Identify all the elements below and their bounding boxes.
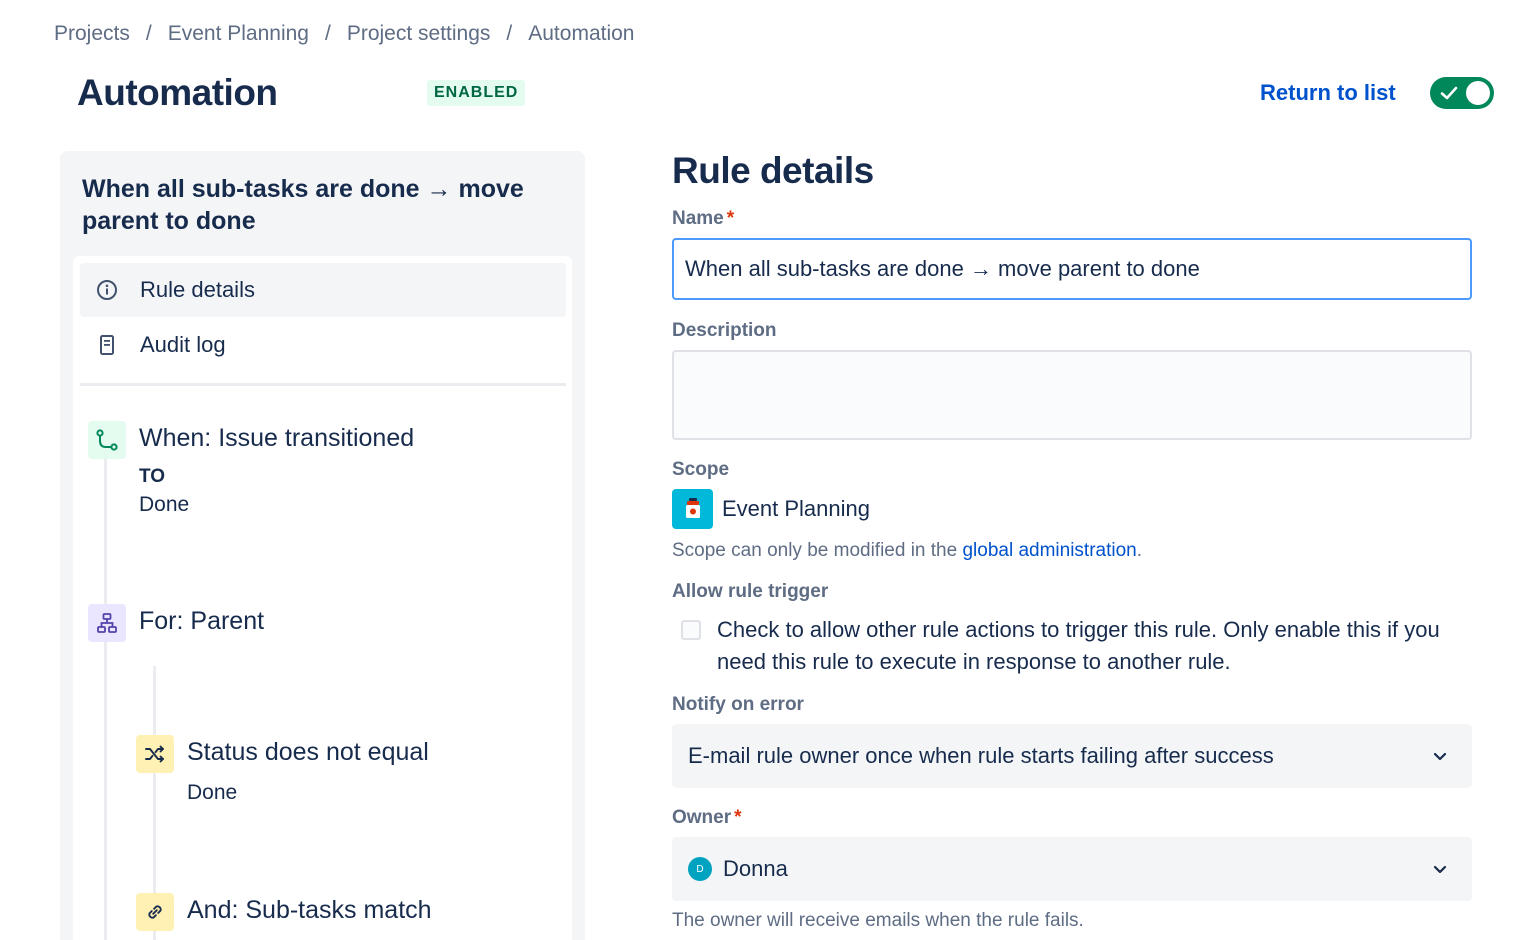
- breadcrumb-automation[interactable]: Automation: [528, 22, 634, 46]
- allow-trigger-checkbox[interactable]: [681, 620, 701, 640]
- chevron-down-icon: [1432, 748, 1448, 769]
- required-indicator: *: [726, 208, 735, 229]
- required-indicator: *: [734, 807, 742, 828]
- project-avatar-icon: [672, 489, 713, 529]
- avatar: D: [688, 857, 712, 881]
- allow-trigger-text[interactable]: Check to allow other rule actions to tri…: [717, 614, 1457, 678]
- scope-help-text: Scope can only be modified in the global…: [672, 540, 1143, 561]
- rule-enabled-toggle[interactable]: [1430, 77, 1494, 109]
- nav-rule-details[interactable]: Rule details: [80, 263, 566, 317]
- toggle-knob: [1466, 81, 1490, 105]
- nav-audit-log[interactable]: Audit log: [80, 318, 566, 372]
- breadcrumb-project-settings[interactable]: Project settings: [347, 22, 491, 46]
- rule-title: When all sub-tasks are done → move paren…: [82, 175, 524, 235]
- info-icon: [96, 279, 118, 301]
- allow-trigger-label: Allow rule trigger: [672, 581, 829, 602]
- condition-title[interactable]: Status does not equal: [187, 738, 429, 767]
- breadcrumb-projects[interactable]: Projects: [54, 22, 130, 46]
- breadcrumb-separator: /: [324, 22, 331, 45]
- global-administration-link[interactable]: global administration: [962, 540, 1136, 561]
- document-icon: [96, 334, 118, 356]
- notify-on-error-select[interactable]: E-mail rule owner once when rule starts …: [672, 724, 1472, 788]
- trigger-title[interactable]: When: Issue transitioned: [139, 424, 414, 453]
- breadcrumb-separator: /: [506, 22, 513, 45]
- owner-select-value: Donna: [723, 856, 788, 881]
- transition-icon[interactable]: [88, 421, 126, 459]
- description-label: Description: [672, 320, 777, 341]
- trigger-sub-value: Done: [139, 493, 190, 516]
- rule-sidebar: When all sub-tasks are done → move paren…: [60, 151, 585, 940]
- check-icon: [1439, 83, 1459, 108]
- description-textarea[interactable]: [672, 350, 1472, 440]
- breadcrumb-event-planning[interactable]: Event Planning: [168, 22, 309, 46]
- rule-details-title: Rule details: [672, 150, 874, 191]
- branch-title[interactable]: For: Parent: [139, 607, 264, 636]
- status-badge: ENABLED: [427, 80, 526, 106]
- trigger-sub-label: TO: [139, 466, 166, 487]
- hierarchy-icon[interactable]: [88, 604, 126, 642]
- scope-row: Event Planning: [672, 489, 870, 529]
- scope-project-name: Event Planning: [722, 496, 870, 521]
- owner-select[interactable]: D Donna: [672, 837, 1472, 901]
- condition2-title[interactable]: And: Sub-tasks match: [187, 896, 432, 925]
- name-label: Name *: [672, 208, 735, 229]
- nav-label: Rule details: [140, 277, 255, 302]
- page-title: Automation: [77, 72, 278, 113]
- link-icon[interactable]: [136, 893, 174, 931]
- return-to-list-link[interactable]: Return to list: [1260, 80, 1396, 106]
- flow-connector: [104, 456, 107, 940]
- notify-select-value: E-mail rule owner once when rule starts …: [688, 743, 1274, 768]
- breadcrumb-separator: /: [145, 22, 152, 45]
- owner-label: Owner *: [672, 807, 742, 828]
- nav-label: Audit log: [140, 332, 226, 357]
- breadcrumb: Projects / Event Planning / Project sett…: [54, 22, 634, 46]
- shuffle-icon[interactable]: [136, 735, 174, 773]
- owner-help-text: The owner will receive emails when the r…: [672, 910, 1084, 931]
- notify-on-error-label: Notify on error: [672, 694, 804, 715]
- nav-divider: [80, 383, 566, 386]
- condition-sub-value: Done: [187, 781, 238, 804]
- scope-label: Scope: [672, 459, 730, 480]
- chevron-down-icon: [1432, 861, 1448, 882]
- rule-name-input[interactable]: [672, 238, 1472, 300]
- rule-nav-panel: Rule details Audit log When: Issue trans…: [73, 256, 572, 940]
